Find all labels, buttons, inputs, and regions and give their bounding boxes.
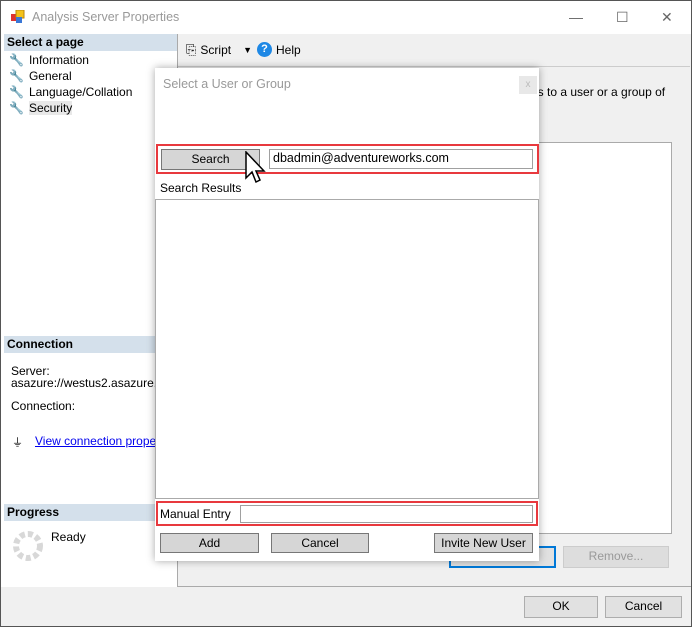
select-page-header: Select a page xyxy=(4,34,177,51)
search-results-label: Search Results xyxy=(160,181,242,195)
footer-divider xyxy=(178,586,691,587)
mouse-cursor-icon xyxy=(245,151,266,184)
app-icon xyxy=(11,10,25,23)
connection-header: Connection xyxy=(4,336,177,353)
maximize-button[interactable]: ☐ xyxy=(616,9,629,26)
wrench-icon: 🔧 xyxy=(9,85,24,99)
chevron-down-icon[interactable]: ▼ xyxy=(243,45,252,55)
dialog-close-button[interactable]: x xyxy=(519,76,537,94)
toolbar-divider xyxy=(178,66,690,67)
plug-icon: ⏚ xyxy=(12,437,23,449)
connection-label: Connection: xyxy=(11,399,76,413)
wrench-icon: 🔧 xyxy=(9,53,24,67)
wrench-icon: 🔧 xyxy=(9,69,24,83)
close-button[interactable]: ✕ xyxy=(661,9,673,26)
script-label: Script xyxy=(200,43,232,57)
window-title: Analysis Server Properties xyxy=(32,10,180,24)
script-icon: ⎘ xyxy=(186,42,197,57)
left-panel: Select a page 🔧 Information 🔧 General 🔧 Lan… xyxy=(1,34,178,587)
dialog-cancel-button[interactable]: Cancel xyxy=(271,533,369,553)
page-label: Language/Collation xyxy=(28,85,133,99)
page-language-collation[interactable]: 🔧 Language/Collation xyxy=(9,85,132,99)
help-button[interactable]: ? Help xyxy=(257,42,301,57)
page-label: General xyxy=(28,69,72,83)
progress-header: Progress xyxy=(4,504,177,521)
script-button[interactable]: ⎘ Script ▼ xyxy=(186,42,252,58)
page-general[interactable]: 🔧 General xyxy=(9,69,72,83)
help-label: Help xyxy=(276,42,301,57)
page-label: Security xyxy=(28,101,73,115)
ok-button[interactable]: OK xyxy=(524,596,598,618)
search-results-list[interactable] xyxy=(155,199,539,499)
server-value: asazure://westus2.asazure.wi xyxy=(11,376,169,390)
select-user-dialog: Select a User or Group x Search dbadmin@… xyxy=(155,68,539,561)
manual-entry-label: Manual Entry xyxy=(160,507,231,521)
dialog-title: Select a User or Group xyxy=(163,77,291,91)
description-text: es to a user or a group of xyxy=(531,85,666,99)
minimize-button[interactable]: — xyxy=(569,9,583,25)
manual-entry-input[interactable] xyxy=(240,505,533,523)
invite-new-user-button[interactable]: Invite New User xyxy=(434,533,533,553)
page-label: Information xyxy=(28,53,89,67)
progress-status: Ready xyxy=(51,530,86,544)
help-icon: ? xyxy=(257,42,272,57)
dialog-add-button[interactable]: Add xyxy=(160,533,259,553)
wrench-icon: 🔧 xyxy=(9,101,24,115)
search-input[interactable]: dbadmin@adventureworks.com xyxy=(269,149,533,169)
spinner-icon xyxy=(13,531,43,561)
cancel-button[interactable]: Cancel xyxy=(605,596,682,618)
page-security[interactable]: 🔧 Security xyxy=(9,101,73,115)
page-information[interactable]: 🔧 Information xyxy=(9,53,89,67)
remove-button: Remove... xyxy=(563,546,669,568)
properties-window: Analysis Server Properties — ☐ ✕ Select … xyxy=(0,0,692,627)
title-bar: Analysis Server Properties — ☐ ✕ xyxy=(1,1,691,34)
